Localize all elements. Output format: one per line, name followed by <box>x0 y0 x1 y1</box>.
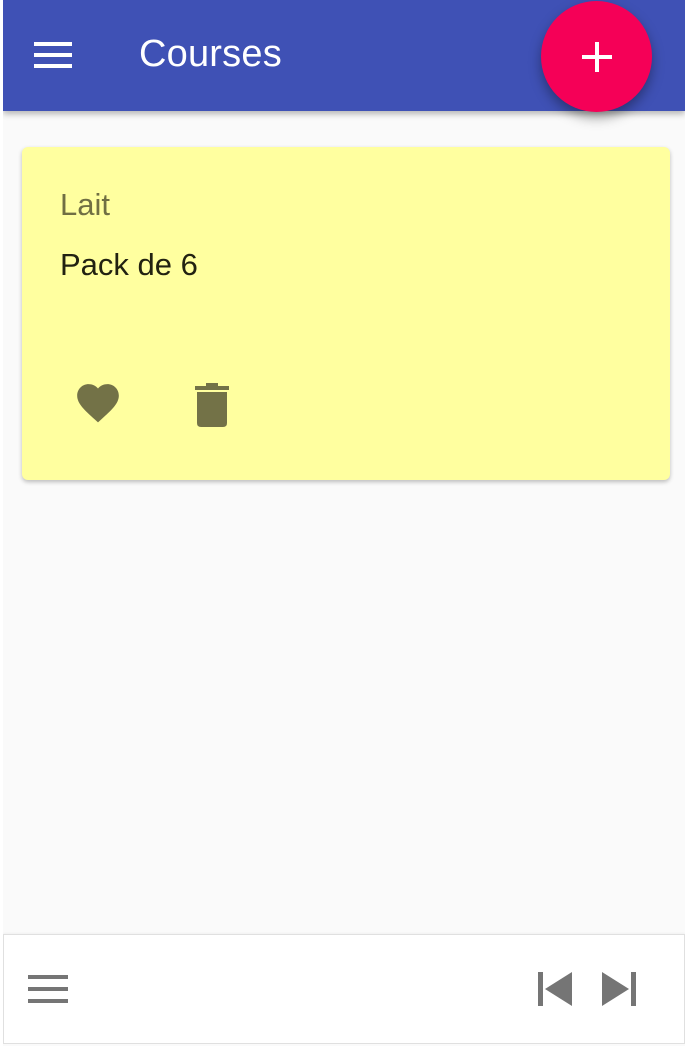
favorite-button[interactable] <box>66 373 130 437</box>
previous-button[interactable] <box>527 961 583 1017</box>
note-body: Pack de 6 <box>60 247 198 282</box>
plus-icon <box>581 41 612 72</box>
add-button[interactable] <box>541 1 652 112</box>
bottom-menu-button[interactable] <box>20 961 76 1017</box>
skip-previous-icon <box>538 972 572 1006</box>
skip-next-icon <box>602 972 636 1006</box>
note-title: Lait <box>60 187 110 222</box>
bottom-bar <box>3 934 685 1044</box>
menu-button[interactable] <box>29 31 77 79</box>
note-card[interactable]: Lait Pack de 6 <box>22 147 670 480</box>
trash-icon <box>195 383 229 427</box>
delete-button[interactable] <box>180 373 244 437</box>
app-screen: Courses Lait Pack de 6 <box>3 0 685 1046</box>
heart-icon <box>77 384 119 423</box>
next-button[interactable] <box>591 961 647 1017</box>
hamburger-menu-icon <box>28 975 68 1003</box>
hamburger-menu-icon <box>34 42 72 68</box>
page-title: Courses <box>139 33 282 75</box>
